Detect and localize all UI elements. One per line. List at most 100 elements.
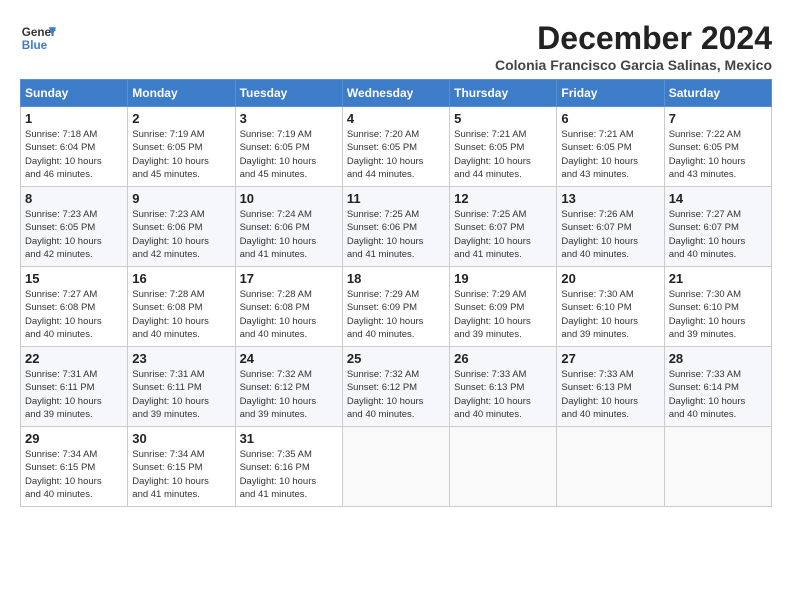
day-number: 14 (669, 191, 767, 206)
day-number: 27 (561, 351, 659, 366)
day-info: Sunrise: 7:26 AM Sunset: 6:07 PM Dayligh… (561, 208, 659, 261)
calendar-cell: 17 Sunrise: 7:28 AM Sunset: 6:08 PM Dayli… (235, 267, 342, 347)
day-info: Sunrise: 7:33 AM Sunset: 6:13 PM Dayligh… (561, 368, 659, 421)
day-info: Sunrise: 7:34 AM Sunset: 6:15 PM Dayligh… (25, 448, 123, 501)
day-number: 24 (240, 351, 338, 366)
day-info: Sunrise: 7:28 AM Sunset: 6:08 PM Dayligh… (240, 288, 338, 341)
calendar-cell: 26 Sunrise: 7:33 AM Sunset: 6:13 PM Dayli… (450, 347, 557, 427)
day-info: Sunrise: 7:23 AM Sunset: 6:06 PM Dayligh… (132, 208, 230, 261)
calendar-cell: 27 Sunrise: 7:33 AM Sunset: 6:13 PM Dayli… (557, 347, 664, 427)
calendar-cell (450, 427, 557, 507)
page-header: General Blue December 2024 Colonia Franc… (20, 20, 772, 73)
day-number: 4 (347, 111, 445, 126)
calendar-cell: 19 Sunrise: 7:29 AM Sunset: 6:09 PM Dayli… (450, 267, 557, 347)
calendar-cell: 9 Sunrise: 7:23 AM Sunset: 6:06 PM Daylig… (128, 187, 235, 267)
day-number: 19 (454, 271, 552, 286)
day-number: 29 (25, 431, 123, 446)
day-number: 15 (25, 271, 123, 286)
day-info: Sunrise: 7:35 AM Sunset: 6:16 PM Dayligh… (240, 448, 338, 501)
calendar-cell (557, 427, 664, 507)
day-number: 20 (561, 271, 659, 286)
day-number: 28 (669, 351, 767, 366)
calendar-cell: 29 Sunrise: 7:34 AM Sunset: 6:15 PM Dayli… (21, 427, 128, 507)
calendar-cell: 13 Sunrise: 7:26 AM Sunset: 6:07 PM Dayli… (557, 187, 664, 267)
calendar-week-row: 1Sunrise: 7:18 AM Sunset: 6:04 PM Daylig… (21, 107, 772, 187)
day-info: Sunrise: 7:21 AM Sunset: 6:05 PM Dayligh… (561, 128, 659, 181)
day-number: 3 (240, 111, 338, 126)
day-info: Sunrise: 7:33 AM Sunset: 6:13 PM Dayligh… (454, 368, 552, 421)
svg-text:Blue: Blue (22, 39, 48, 52)
day-number: 13 (561, 191, 659, 206)
column-header-wednesday: Wednesday (342, 80, 449, 107)
day-info: Sunrise: 7:31 AM Sunset: 6:11 PM Dayligh… (25, 368, 123, 421)
day-number: 9 (132, 191, 230, 206)
day-number: 30 (132, 431, 230, 446)
calendar-cell (342, 427, 449, 507)
logo-icon: General Blue (20, 20, 56, 56)
calendar-cell: 8Sunrise: 7:23 AM Sunset: 6:05 PM Daylig… (21, 187, 128, 267)
day-number: 17 (240, 271, 338, 286)
calendar-cell: 14 Sunrise: 7:27 AM Sunset: 6:07 PM Dayli… (664, 187, 771, 267)
calendar-week-row: 8Sunrise: 7:23 AM Sunset: 6:05 PM Daylig… (21, 187, 772, 267)
day-info: Sunrise: 7:34 AM Sunset: 6:15 PM Dayligh… (132, 448, 230, 501)
column-header-tuesday: Tuesday (235, 80, 342, 107)
day-info: Sunrise: 7:30 AM Sunset: 6:10 PM Dayligh… (669, 288, 767, 341)
calendar-cell: 3 Sunrise: 7:19 AM Sunset: 6:05 PM Daylig… (235, 107, 342, 187)
day-number: 22 (25, 351, 123, 366)
day-info: Sunrise: 7:19 AM Sunset: 6:05 PM Dayligh… (132, 128, 230, 181)
day-info: Sunrise: 7:27 AM Sunset: 6:07 PM Dayligh… (669, 208, 767, 261)
calendar-cell: 24Sunrise: 7:32 AM Sunset: 6:12 PM Dayli… (235, 347, 342, 427)
day-info: Sunrise: 7:25 AM Sunset: 6:07 PM Dayligh… (454, 208, 552, 261)
day-number: 6 (561, 111, 659, 126)
calendar-cell (664, 427, 771, 507)
calendar-cell: 28Sunrise: 7:33 AM Sunset: 6:14 PM Dayli… (664, 347, 771, 427)
calendar-header-row: SundayMondayTuesdayWednesdayThursdayFrid… (21, 80, 772, 107)
month-title: December 2024 (495, 20, 772, 57)
day-number: 7 (669, 111, 767, 126)
day-info: Sunrise: 7:19 AM Sunset: 6:05 PM Dayligh… (240, 128, 338, 181)
calendar-cell: 5 Sunrise: 7:21 AM Sunset: 6:05 PM Daylig… (450, 107, 557, 187)
day-number: 21 (669, 271, 767, 286)
calendar-cell: 21 Sunrise: 7:30 AM Sunset: 6:10 PM Dayli… (664, 267, 771, 347)
day-info: Sunrise: 7:24 AM Sunset: 6:06 PM Dayligh… (240, 208, 338, 261)
day-number: 26 (454, 351, 552, 366)
day-info: Sunrise: 7:23 AM Sunset: 6:05 PM Dayligh… (25, 208, 123, 261)
day-number: 10 (240, 191, 338, 206)
column-header-sunday: Sunday (21, 80, 128, 107)
column-header-saturday: Saturday (664, 80, 771, 107)
calendar-cell: 25 Sunrise: 7:32 AM Sunset: 6:12 PM Dayli… (342, 347, 449, 427)
day-number: 31 (240, 431, 338, 446)
day-number: 5 (454, 111, 552, 126)
column-header-thursday: Thursday (450, 80, 557, 107)
day-info: Sunrise: 7:21 AM Sunset: 6:05 PM Dayligh… (454, 128, 552, 181)
day-info: Sunrise: 7:28 AM Sunset: 6:08 PM Dayligh… (132, 288, 230, 341)
calendar-week-row: 29 Sunrise: 7:34 AM Sunset: 6:15 PM Dayli… (21, 427, 772, 507)
calendar-cell: 31 Sunrise: 7:35 AM Sunset: 6:16 PM Dayli… (235, 427, 342, 507)
day-number: 11 (347, 191, 445, 206)
day-info: Sunrise: 7:25 AM Sunset: 6:06 PM Dayligh… (347, 208, 445, 261)
calendar-cell: 15Sunrise: 7:27 AM Sunset: 6:08 PM Dayli… (21, 267, 128, 347)
calendar-cell: 6 Sunrise: 7:21 AM Sunset: 6:05 PM Daylig… (557, 107, 664, 187)
calendar-cell: 10 Sunrise: 7:24 AM Sunset: 6:06 PM Dayli… (235, 187, 342, 267)
day-number: 18 (347, 271, 445, 286)
day-info: Sunrise: 7:20 AM Sunset: 6:05 PM Dayligh… (347, 128, 445, 181)
calendar-cell: 7Sunrise: 7:22 AM Sunset: 6:05 PM Daylig… (664, 107, 771, 187)
calendar-cell: 16 Sunrise: 7:28 AM Sunset: 6:08 PM Dayli… (128, 267, 235, 347)
day-number: 12 (454, 191, 552, 206)
title-area: December 2024 Colonia Francisco Garcia S… (495, 20, 772, 73)
day-info: Sunrise: 7:32 AM Sunset: 6:12 PM Dayligh… (347, 368, 445, 421)
calendar-cell: 4 Sunrise: 7:20 AM Sunset: 6:05 PM Daylig… (342, 107, 449, 187)
day-number: 25 (347, 351, 445, 366)
location-title: Colonia Francisco Garcia Salinas, Mexico (495, 57, 772, 73)
day-info: Sunrise: 7:29 AM Sunset: 6:09 PM Dayligh… (454, 288, 552, 341)
column-header-friday: Friday (557, 80, 664, 107)
column-header-monday: Monday (128, 80, 235, 107)
calendar-cell: 23Sunrise: 7:31 AM Sunset: 6:11 PM Dayli… (128, 347, 235, 427)
calendar-table: SundayMondayTuesdayWednesdayThursdayFrid… (20, 79, 772, 507)
day-number: 16 (132, 271, 230, 286)
day-number: 1 (25, 111, 123, 126)
day-info: Sunrise: 7:30 AM Sunset: 6:10 PM Dayligh… (561, 288, 659, 341)
calendar-week-row: 22 Sunrise: 7:31 AM Sunset: 6:11 PM Dayli… (21, 347, 772, 427)
calendar-cell: 18Sunrise: 7:29 AM Sunset: 6:09 PM Dayli… (342, 267, 449, 347)
calendar-cell: 11 Sunrise: 7:25 AM Sunset: 6:06 PM Dayli… (342, 187, 449, 267)
